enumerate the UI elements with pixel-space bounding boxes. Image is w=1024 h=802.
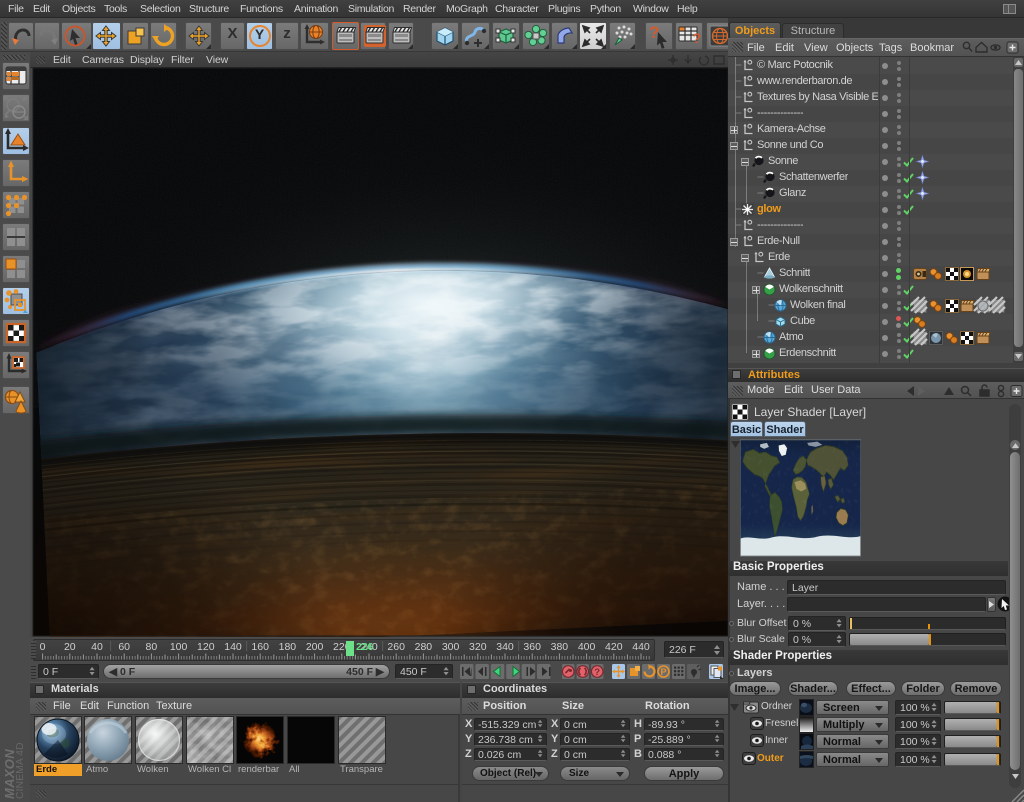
svg-text:180: 180	[279, 641, 297, 653]
svg-text:140: 140	[224, 641, 242, 653]
svg-text:120: 120	[197, 641, 215, 653]
svg-text:360: 360	[523, 641, 541, 653]
svg-text:440: 440	[632, 641, 650, 653]
svg-text:200: 200	[306, 641, 324, 653]
svg-text:226: 226	[356, 641, 374, 653]
svg-text:40: 40	[91, 641, 103, 653]
svg-text:260: 260	[387, 641, 405, 653]
svg-text:20: 20	[64, 641, 76, 653]
svg-text:60: 60	[118, 641, 130, 653]
svg-text:420: 420	[605, 641, 623, 653]
svg-text:400: 400	[578, 641, 596, 653]
svg-text:0: 0	[40, 641, 46, 653]
svg-text:300: 300	[442, 641, 460, 653]
svg-text:280: 280	[415, 641, 433, 653]
svg-text:?: ?	[594, 667, 600, 678]
svg-text:160: 160	[251, 641, 269, 653]
svg-text:P: P	[660, 667, 666, 677]
svg-text:80: 80	[146, 641, 158, 653]
svg-text:340: 340	[496, 641, 514, 653]
svg-text:380: 380	[551, 641, 569, 653]
svg-text:320: 320	[469, 641, 487, 653]
svg-text:100: 100	[170, 641, 188, 653]
